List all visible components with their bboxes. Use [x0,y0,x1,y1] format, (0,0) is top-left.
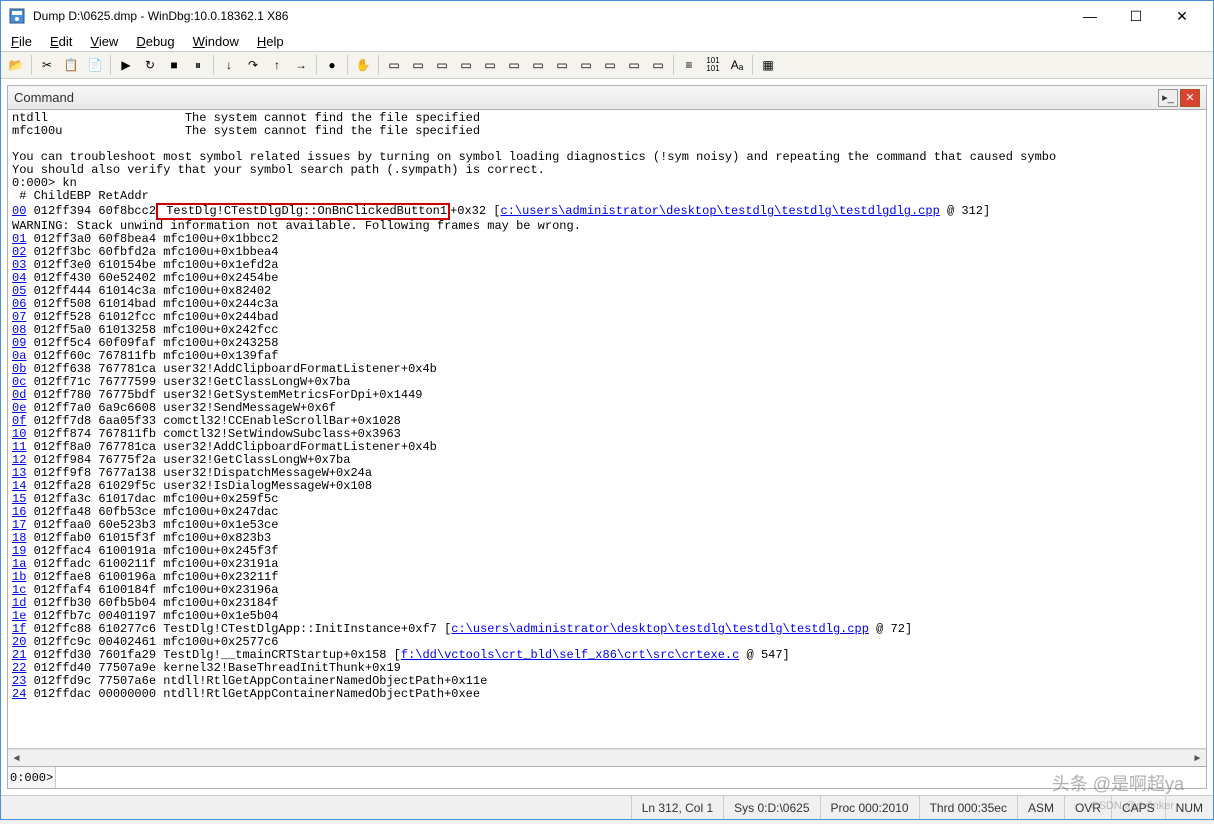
menu-view[interactable]: View [90,34,118,49]
stop-icon[interactable]: ■ [163,54,185,76]
command-input-row: 0:000> [8,766,1206,788]
run-to-cursor-icon[interactable]: → [290,54,312,76]
minimize-button[interactable]: — [1067,1,1113,31]
panel-menu-icon[interactable]: ▸_ [1158,89,1178,107]
command-output[interactable]: ntdll The system cannot find the file sp… [8,110,1206,749]
step-out-icon[interactable]: ↑ [266,54,288,76]
window8-icon[interactable]: ▭ [551,54,573,76]
app-icon [9,8,25,24]
window6-icon[interactable]: ▭ [503,54,525,76]
menu-debug[interactable]: Debug [136,34,174,49]
menubar: File Edit View Debug Window Help [1,31,1213,51]
titlebar: Dump D:\0625.dmp - WinDbg:10.0.18362.1 X… [1,1,1213,31]
binary-icon[interactable]: 101101 [702,54,724,76]
cut-icon[interactable]: ✂ [36,54,58,76]
open-icon[interactable]: 📂 [5,54,27,76]
window3-icon[interactable]: ▭ [431,54,453,76]
window9-icon[interactable]: ▭ [575,54,597,76]
source-icon[interactable]: ≡ [678,54,700,76]
step-over-icon[interactable]: ↷ [242,54,264,76]
status-caps: CAPS [1111,796,1165,819]
status-ovr: OVR [1064,796,1111,819]
status-proc: Proc 000:2010 [820,796,919,819]
options-icon[interactable]: ▦ [757,54,779,76]
breakpoint-icon[interactable]: ● [321,54,343,76]
command-panel: Command ▸_ ✕ ntdll The system cannot fin… [7,85,1207,789]
hand-icon[interactable]: ✋ [352,54,374,76]
window12-icon[interactable]: ▭ [647,54,669,76]
window10-icon[interactable]: ▭ [599,54,621,76]
command-header: Command ▸_ ✕ [8,86,1206,110]
status-ln: Ln 312, Col 1 [631,796,723,819]
status-thrd: Thrd 000:35ec [919,796,1017,819]
menu-help[interactable]: Help [257,34,284,49]
scroll-right-icon[interactable]: ► [1189,750,1206,766]
go-icon[interactable]: ▶ [115,54,137,76]
toolbar: 📂 ✂ 📋 📄 ▶ ↻ ■ ⏸ ↓ ↷ ↑ → ● ✋ ▭ ▭ ▭ ▭ ▭ ▭ … [1,51,1213,79]
paste-icon[interactable]: 📄 [84,54,106,76]
window1-icon[interactable]: ▭ [383,54,405,76]
command-input[interactable] [56,771,1206,785]
restart-icon[interactable]: ↻ [139,54,161,76]
horizontal-scrollbar[interactable]: ◄ ► [8,749,1206,766]
menu-window[interactable]: Window [193,34,239,49]
scroll-left-icon[interactable]: ◄ [8,750,25,766]
window11-icon[interactable]: ▭ [623,54,645,76]
panel-close-icon[interactable]: ✕ [1180,89,1200,107]
step-into-icon[interactable]: ↓ [218,54,240,76]
menu-file[interactable]: File [11,34,32,49]
window5-icon[interactable]: ▭ [479,54,501,76]
copy-icon[interactable]: 📋 [60,54,82,76]
window4-icon[interactable]: ▭ [455,54,477,76]
statusbar: Ln 312, Col 1 Sys 0:D:\0625 Proc 000:201… [1,795,1213,819]
font-icon[interactable]: Aₐ [726,54,748,76]
window2-icon[interactable]: ▭ [407,54,429,76]
window7-icon[interactable]: ▭ [527,54,549,76]
command-prompt: 0:000> [8,767,56,788]
status-sys: Sys 0:D:\0625 [723,796,819,819]
command-title: Command [14,90,74,105]
menu-edit[interactable]: Edit [50,34,72,49]
maximize-button[interactable]: ☐ [1113,1,1159,31]
break-icon[interactable]: ⏸ [187,54,209,76]
window-title: Dump D:\0625.dmp - WinDbg:10.0.18362.1 X… [33,9,1067,23]
status-asm: ASM [1017,796,1064,819]
status-num: NUM [1165,796,1213,819]
close-button[interactable]: ✕ [1159,1,1205,31]
